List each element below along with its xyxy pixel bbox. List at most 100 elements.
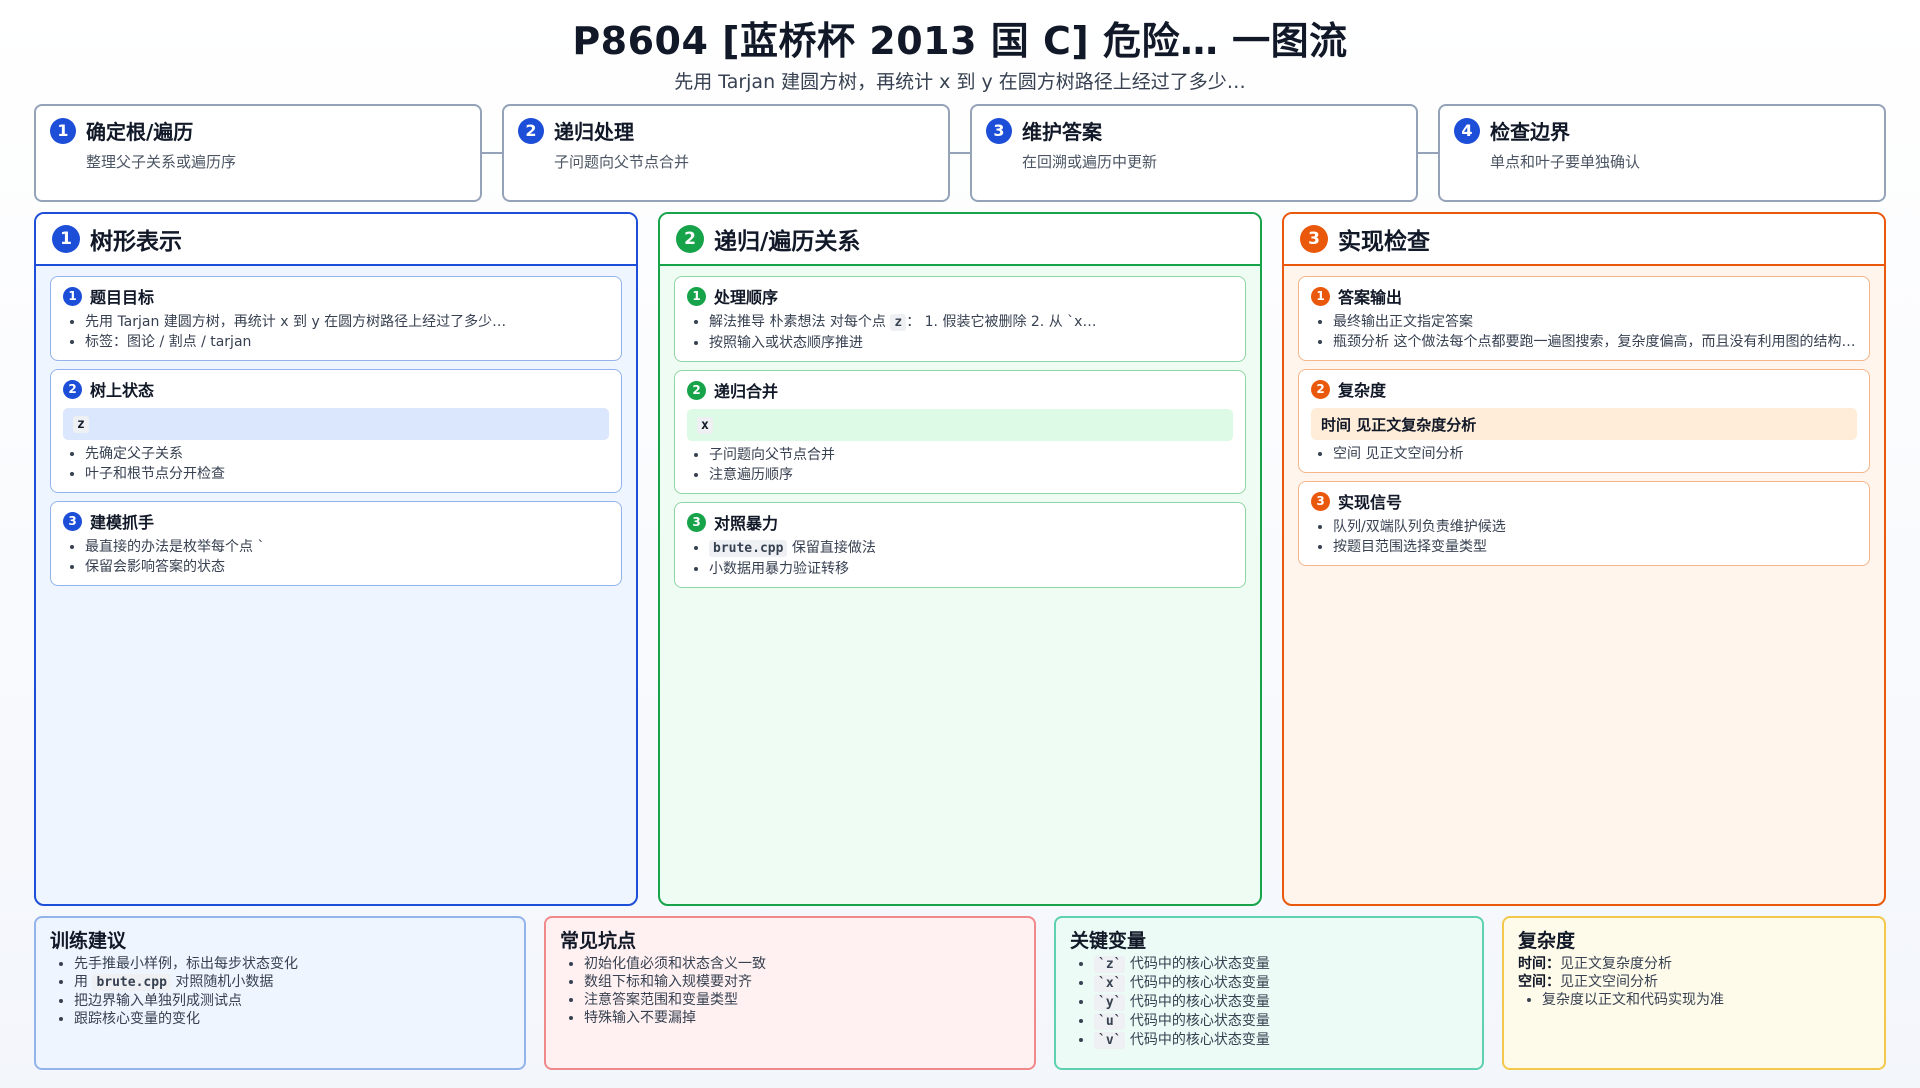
page-title: P8604 [蓝桥杯 2013 国 C] 危险… 一图流 — [572, 19, 1348, 63]
column-tree-representation: 1 树形表示 1 题目目标 先用 Tarjan 建圆方树，再统计 x 到 y 在… — [34, 212, 638, 906]
list-item: 按照输入或状态顺序推进 — [709, 333, 1233, 353]
complexity-highlight: 时间 见正文复杂度分析 — [1311, 408, 1857, 440]
list-item: 初始化值必须和状态含义一致 — [584, 955, 1020, 973]
list-item: 注意遍历顺序 — [709, 465, 1233, 485]
panel-key-variables: 关键变量 `z` 代码中的核心状态变量 `x` 代码中的核心状态变量 `y` 代… — [1054, 916, 1484, 1070]
card-title: 答案输出 — [1338, 288, 1403, 307]
list-item: 最直接的办法是枚举每个点 ` — [85, 537, 609, 557]
code-token: z — [890, 314, 907, 331]
header: P8604 [蓝桥杯 2013 国 C] 危险… 一图流 先用 Tarjan 建… — [0, 14, 1920, 96]
column-implementation-check: 3 实现检查 1 答案输出 最终输出正文指定答案 瓶颈分析 这个做法每个点都要跑… — [1282, 212, 1886, 906]
card-title: 处理顺序 — [714, 288, 779, 307]
card-title: 题目目标 — [90, 288, 155, 307]
step-title: 维护答案 — [1022, 120, 1102, 144]
panel-pitfalls: 常见坑点 初始化值必须和状态含义一致 数组下标和输入规模要对齐 注意答案范围和变… — [544, 916, 1036, 1070]
list-item: 保留会影响答案的状态 — [85, 557, 609, 577]
card-number-badge: 3 — [687, 512, 706, 532]
code-token: `u` — [1094, 1013, 1126, 1030]
column-number-badge: 1 — [52, 225, 80, 253]
card-goal: 1 题目目标 先用 Tarjan 建圆方树，再统计 x 到 y 在圆方树路径上经… — [50, 276, 622, 361]
code-token: `y` — [1094, 994, 1126, 1011]
steps-row: 1 确定根/遍历 整理父子关系或遍历序 2 递归处理 子问题向父节点合并 3 维… — [34, 104, 1886, 202]
page-subtitle: 先用 Tarjan 建圆方树，再统计 x 到 y 在圆方树路径上经过了多少… — [674, 71, 1246, 93]
step-number-badge: 2 — [518, 117, 544, 144]
list-item: 数组下标和输入规模要对齐 — [584, 973, 1020, 991]
list-item: 先用 Tarjan 建圆方树，再统计 x 到 y 在圆方树路径上经过了多少… — [85, 312, 609, 332]
column-recursion-relation: 2 递归/遍历关系 1 处理顺序 解法推导 朴素想法 对每个点 z： 1. 假装… — [658, 212, 1262, 906]
card-title: 树上状态 — [90, 381, 155, 400]
card-title: 建模抓手 — [90, 513, 155, 532]
list-item: 按题目范围选择变量类型 — [1333, 537, 1857, 557]
column-title: 递归/遍历关系 — [714, 229, 861, 255]
card-order: 1 处理顺序 解法推导 朴素想法 对每个点 z： 1. 假装它被删除 2. 从 … — [674, 276, 1246, 362]
card-tree-state: 2 树上状态 z 先确定父子关系 叶子和根节点分开检查 — [50, 369, 622, 493]
code-token: brute.cpp — [92, 974, 171, 991]
card-title: 复杂度 — [1338, 381, 1387, 400]
list-item: 子问题向父节点合并 — [709, 445, 1233, 465]
column-number-badge: 3 — [1300, 225, 1328, 253]
list-item: 用 brute.cpp 对照随机小数据 — [74, 973, 510, 992]
code-token: x — [697, 416, 713, 434]
column-header: 2 递归/遍历关系 — [660, 214, 1260, 266]
step-desc: 整理父子关系或遍历序 — [86, 153, 237, 171]
list-item: 队列/双端队列负责维护候选 — [1333, 517, 1857, 537]
list-item: `z` 代码中的核心状态变量 — [1094, 955, 1468, 974]
card-answer-output: 1 答案输出 最终输出正文指定答案 瓶颈分析 这个做法每个点都要跑一遍图搜索，复… — [1298, 276, 1870, 361]
step-title: 检查边界 — [1490, 120, 1570, 144]
card-number-badge: 2 — [63, 379, 82, 399]
code-token: `v` — [1094, 1032, 1126, 1049]
card-number-badge: 1 — [687, 286, 706, 306]
list-item: 空间 见正文空间分析 — [1333, 444, 1857, 464]
list-item: 瓶颈分析 这个做法每个点都要跑一遍图搜索，复杂度偏高，而且没有利用图的结构… — [1333, 332, 1857, 352]
list-item: brute.cpp 保留直接做法 — [709, 538, 1233, 559]
panel-title: 训练建议 — [50, 930, 127, 952]
card-number-badge: 3 — [63, 511, 82, 531]
column-title: 树形表示 — [90, 229, 182, 255]
list-item: `v` 代码中的核心状态变量 — [1094, 1031, 1468, 1050]
card-title: 递归合并 — [714, 382, 779, 401]
code-token: z — [73, 415, 89, 433]
code-highlight: x — [687, 409, 1233, 441]
card-number-badge: 1 — [1311, 286, 1330, 306]
panel-title: 常见坑点 — [560, 930, 637, 952]
step-4: 4 检查边界 单点和叶子要单独确认 — [1438, 104, 1886, 202]
card-number-badge: 3 — [1311, 491, 1330, 511]
list-item: 把边界输入单独列成测试点 — [74, 992, 510, 1010]
step-3: 3 维护答案 在回溯或遍历中更新 — [970, 104, 1418, 202]
card-implementation-signal: 3 实现信号 队列/双端队列负责维护候选 按题目范围选择变量类型 — [1298, 481, 1870, 566]
list-item: 先手推最小样例，标出每步状态变化 — [74, 955, 510, 973]
code-token: `z` — [1094, 956, 1126, 973]
column-header: 1 树形表示 — [36, 214, 636, 266]
card-number-badge: 1 — [63, 286, 82, 306]
step-number-badge: 4 — [1454, 117, 1480, 144]
card-brute-force: 3 对照暴力 brute.cpp 保留直接做法 小数据用暴力验证转移 — [674, 502, 1246, 588]
list-item: 先确定父子关系 — [85, 444, 609, 464]
time-complexity: 时间：见正文复杂度分析 — [1518, 956, 1672, 972]
card-title: 实现信号 — [1338, 493, 1403, 512]
step-desc: 单点和叶子要单独确认 — [1490, 153, 1641, 171]
list-item: 最终输出正文指定答案 — [1333, 312, 1857, 332]
column-number-badge: 2 — [676, 225, 704, 253]
panel-title: 复杂度 — [1518, 930, 1576, 952]
step-1: 1 确定根/遍历 整理父子关系或遍历序 — [34, 104, 482, 202]
code-highlight: z — [63, 408, 609, 440]
list-item: 小数据用暴力验证转移 — [709, 559, 1233, 579]
card-complexity: 2 复杂度 时间 见正文复杂度分析 空间 见正文空间分析 — [1298, 369, 1870, 473]
step-title: 递归处理 — [554, 120, 634, 144]
step-number-badge: 3 — [986, 117, 1012, 144]
list-item: `x` 代码中的核心状态变量 — [1094, 974, 1468, 993]
list-item: 跟踪核心变量的变化 — [74, 1010, 510, 1028]
card-number-badge: 2 — [687, 380, 706, 400]
card-modeling: 3 建模抓手 最直接的办法是枚举每个点 ` 保留会影响答案的状态 — [50, 501, 622, 586]
list-item: 解法推导 朴素想法 对每个点 z： 1. 假装它被删除 2. 从 `x… — [709, 312, 1233, 333]
step-desc: 在回溯或遍历中更新 — [1022, 153, 1158, 171]
list-item: 特殊输入不要漏掉 — [584, 1009, 1020, 1027]
list-item: 复杂度以正文和代码实现为准 — [1542, 991, 1870, 1009]
list-item: `y` 代码中的核心状态变量 — [1094, 993, 1468, 1012]
card-title: 对照暴力 — [714, 514, 779, 533]
panel-complexity: 复杂度 时间：见正文复杂度分析 空间：见正文空间分析 复杂度以正文和代码实现为准 — [1502, 916, 1886, 1070]
step-desc: 子问题向父节点合并 — [554, 153, 690, 171]
code-token: `x` — [1094, 975, 1126, 992]
step-2: 2 递归处理 子问题向父节点合并 — [502, 104, 950, 202]
panel-training: 训练建议 先手推最小样例，标出每步状态变化 用 brute.cpp 对照随机小数… — [34, 916, 526, 1070]
